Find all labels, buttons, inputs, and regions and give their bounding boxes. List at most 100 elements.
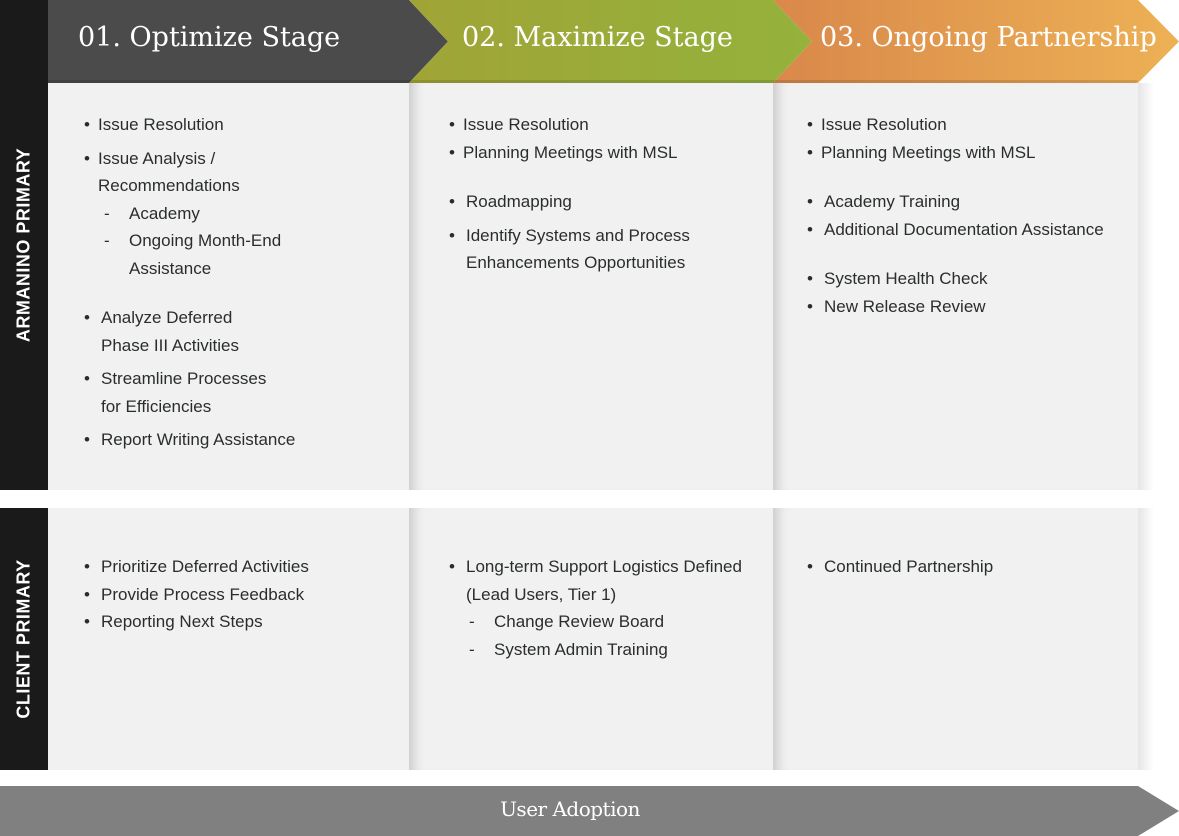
item-text: Roadmapping bbox=[466, 192, 572, 211]
item-text: Recommendations bbox=[98, 176, 240, 195]
dash-icon: - bbox=[469, 612, 475, 631]
item-text: Academy Training bbox=[824, 192, 961, 211]
list-subitem: - Change Review Board bbox=[449, 608, 742, 636]
bullet-icon: • bbox=[84, 308, 90, 327]
bullet-icon: • bbox=[84, 557, 90, 576]
cell-armanino-optimize: • Issue Resolution • Issue Analysis / Recomm… bbox=[48, 83, 409, 490]
cell-edge-shadow bbox=[1138, 83, 1154, 490]
item-text: Analyze Deferred bbox=[101, 308, 233, 327]
list-subitem-continuation: Assistance bbox=[84, 255, 295, 283]
item-text: Enhancements Opportunities bbox=[466, 253, 686, 272]
item-text: System Admin Training bbox=[494, 639, 668, 659]
cell-armanino-maximize: • Issue Resolution • Planning Meetings with… bbox=[409, 83, 773, 490]
bullet-icon: • bbox=[84, 115, 90, 134]
item-text: Report Writing Assistance bbox=[101, 430, 296, 449]
bullet-icon: • bbox=[807, 142, 813, 162]
list-item: • Long-term Support Logistics Defined bbox=[449, 553, 742, 581]
bullet-icon: • bbox=[449, 142, 455, 162]
item-text: Issue Analysis / bbox=[98, 148, 216, 168]
bullet-icon: • bbox=[84, 148, 90, 168]
row-label-text: ARMANINO PRIMARY bbox=[13, 147, 34, 343]
bullet-icon: • bbox=[807, 115, 813, 134]
bullet-icon: • bbox=[807, 269, 813, 288]
item-text: Provide Process Feedback bbox=[101, 584, 305, 604]
list-item: • Streamline Processes bbox=[84, 365, 295, 393]
list-item: • Reporting Next Steps bbox=[84, 608, 309, 636]
stage-title-maximize: 02. Maximize Stage bbox=[462, 22, 733, 53]
item-text: Additional Documentation Assistance bbox=[824, 219, 1104, 239]
item-text: Change Review Board bbox=[494, 612, 665, 631]
item-text: Prioritize Deferred Activities bbox=[101, 557, 309, 576]
item-text: for Efficiencies bbox=[101, 396, 212, 416]
cell-armanino-ongoing: • Issue Resolution • Planning Meetings with… bbox=[773, 83, 1138, 490]
bullet-icon: • bbox=[449, 225, 455, 245]
bullet-icon: • bbox=[807, 296, 813, 316]
list-item: • Provide Process Feedback bbox=[84, 581, 309, 609]
list-subitem: - System Admin Training bbox=[449, 636, 742, 664]
list-item-continuation: for Efficiencies bbox=[84, 393, 295, 421]
list-item: • Roadmapping bbox=[449, 188, 690, 216]
item-text: Streamline Processes bbox=[101, 369, 267, 388]
bullet-icon: • bbox=[807, 192, 813, 211]
list-item: • New Release Review bbox=[807, 293, 1104, 321]
row-label-armanino-primary: ARMANINO PRIMARY bbox=[0, 0, 48, 490]
list-subitem: - Ongoing Month-End bbox=[84, 227, 295, 255]
item-text: Identify Systems and Process bbox=[466, 225, 690, 245]
row-label-text: CLIENT PRIMARY bbox=[13, 559, 34, 719]
bullet-icon: • bbox=[807, 219, 813, 239]
bullet-icon: • bbox=[807, 557, 813, 576]
list-item: • Additional Documentation Assistance bbox=[807, 216, 1104, 244]
item-text: System Health Check bbox=[824, 269, 988, 288]
list-subitem: - Academy bbox=[84, 200, 295, 228]
cell-client-ongoing: • Continued Partnership bbox=[773, 508, 1138, 770]
list-item: • Issue Resolution bbox=[84, 111, 295, 139]
list-item: • Academy Training bbox=[807, 188, 1104, 216]
bullet-icon: • bbox=[449, 192, 455, 211]
list-item-continuation: Enhancements Opportunities bbox=[449, 249, 690, 277]
item-text: (Lead Users, Tier 1) bbox=[466, 584, 617, 604]
cell-client-maximize: • Long-term Support Logistics Defined (Lea… bbox=[409, 508, 773, 770]
item-text: Assistance bbox=[129, 258, 212, 278]
item-text: Phase III Activities bbox=[101, 335, 239, 355]
user-adoption-label: User Adoption bbox=[500, 797, 640, 821]
bullet-icon: • bbox=[84, 612, 90, 631]
list-item: • Issue Analysis / bbox=[84, 145, 295, 173]
item-text: Planning Meetings with MSL bbox=[821, 142, 1036, 162]
list-item-continuation: (Lead Users, Tier 1) bbox=[449, 581, 742, 609]
bullet-icon: • bbox=[449, 557, 455, 576]
list-item: • Planning Meetings with MSL bbox=[449, 139, 690, 167]
row-label-client-primary: CLIENT PRIMARY bbox=[0, 508, 48, 770]
item-text: Reporting Next Steps bbox=[101, 612, 263, 631]
bullet-icon: • bbox=[84, 584, 90, 604]
item-text: Long-term Support Logistics Defined bbox=[466, 557, 742, 576]
list-item: • Continued Partnership bbox=[807, 553, 993, 581]
list-item: • Identify Systems and Process bbox=[449, 222, 690, 250]
item-text: Continued Partnership bbox=[824, 557, 994, 576]
dash-icon: - bbox=[104, 231, 110, 250]
bullet-icon: • bbox=[449, 115, 455, 134]
item-text: Issue Resolution bbox=[463, 115, 589, 134]
list-item: • System Health Check bbox=[807, 265, 1104, 293]
stage-title-ongoing-partnership: 03. Ongoing Partnership bbox=[820, 22, 1157, 53]
list-item: • Analyze Deferred bbox=[84, 304, 295, 332]
dash-icon: - bbox=[104, 203, 110, 223]
item-text: Issue Resolution bbox=[98, 115, 224, 134]
item-text: Issue Resolution bbox=[821, 115, 947, 134]
list-item: • Issue Resolution bbox=[807, 111, 1104, 139]
item-text: Ongoing Month-End bbox=[129, 231, 282, 250]
list-item-continuation: Recommendations bbox=[84, 172, 295, 200]
stage-title-optimize: 01. Optimize Stage bbox=[78, 22, 341, 53]
list-item: • Prioritize Deferred Activities bbox=[84, 553, 309, 581]
cell-edge-shadow bbox=[1138, 508, 1154, 770]
bullet-icon: • bbox=[84, 369, 90, 388]
item-text: New Release Review bbox=[824, 296, 986, 316]
cell-client-optimize: • Prioritize Deferred Activities • Provide … bbox=[48, 508, 409, 770]
item-text: Planning Meetings with MSL bbox=[463, 142, 678, 162]
list-item-continuation: Phase III Activities bbox=[84, 332, 295, 360]
list-item: • Planning Meetings with MSL bbox=[807, 139, 1104, 167]
list-item: • Issue Resolution bbox=[449, 111, 690, 139]
bullet-icon: • bbox=[84, 430, 90, 449]
item-text: Academy bbox=[129, 203, 200, 223]
dash-icon: - bbox=[469, 639, 475, 659]
list-item: • Report Writing Assistance bbox=[84, 426, 295, 454]
